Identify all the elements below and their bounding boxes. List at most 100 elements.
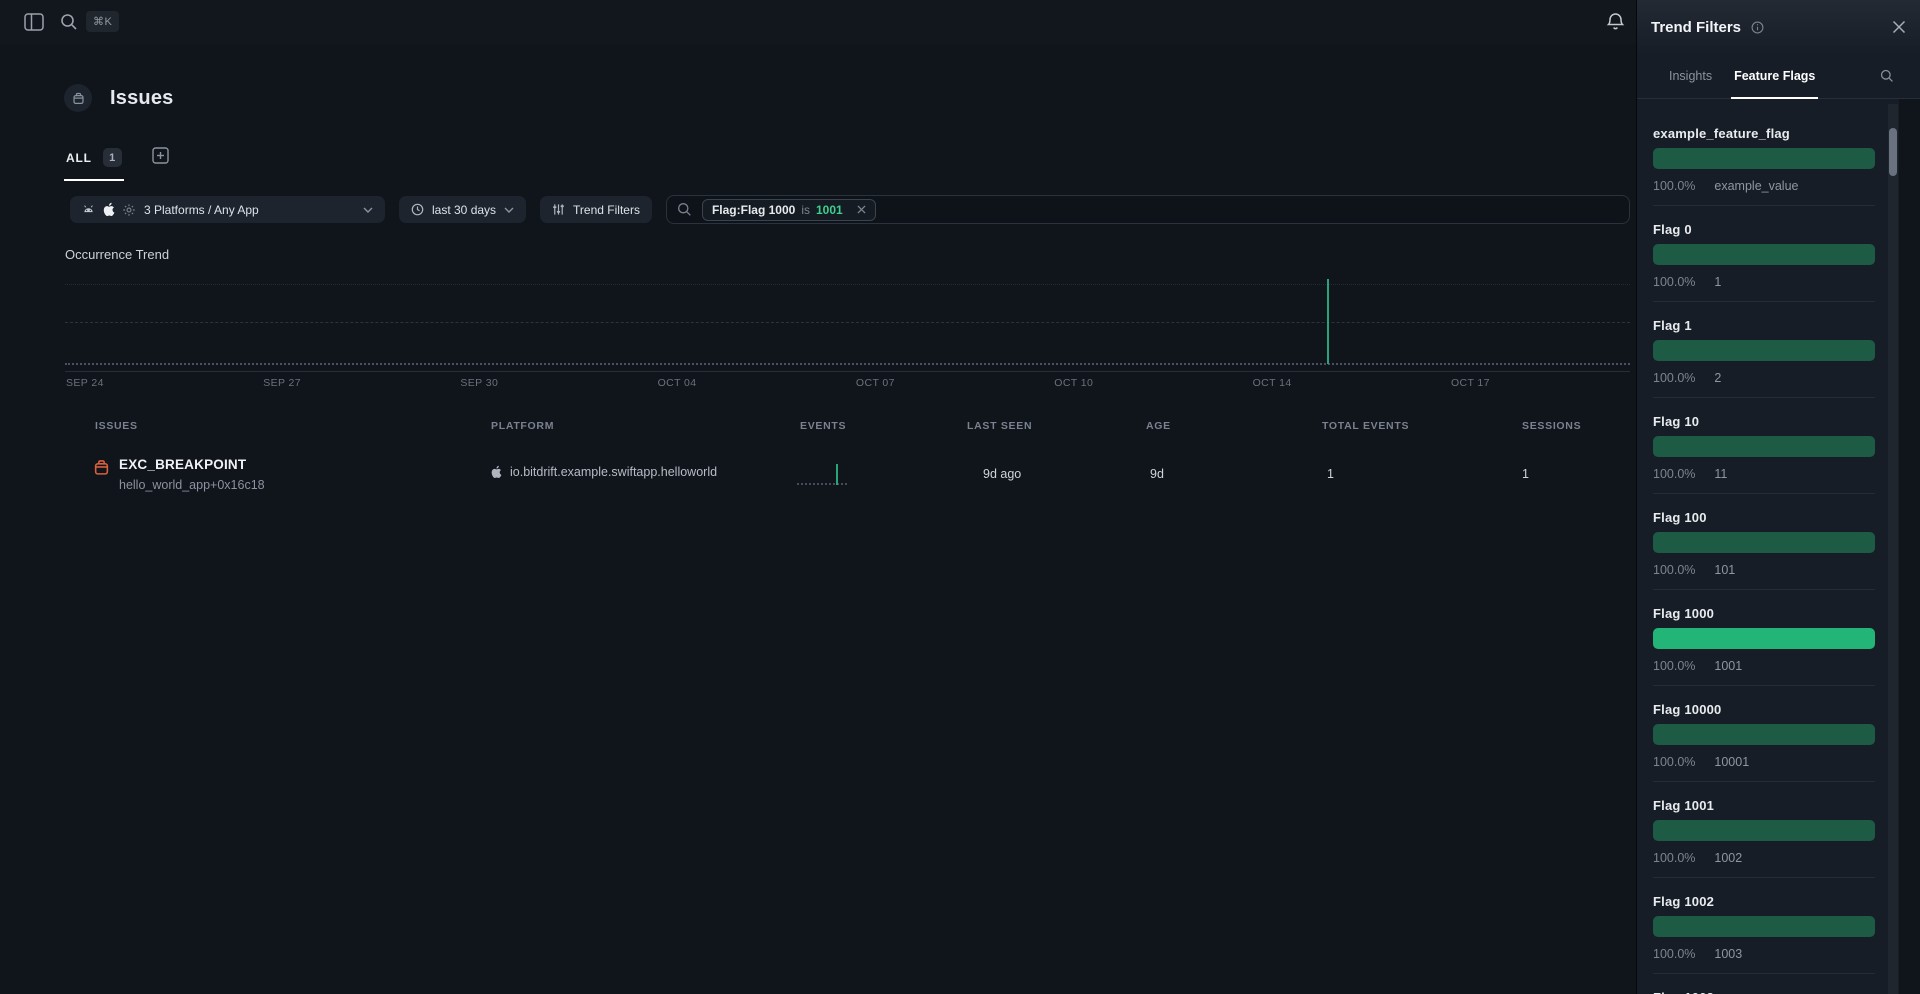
chart-x-label: SEP 24 (66, 377, 104, 389)
flag-percent: 100.0% (1653, 660, 1695, 673)
flag-bar[interactable] (1653, 148, 1875, 169)
flag-bar[interactable] (1653, 724, 1875, 745)
flag-item[interactable]: Flag 1000 100.0% 1001 (1653, 607, 1875, 686)
platforms-dropdown[interactable]: 3 Platforms / Any App (70, 196, 385, 223)
platforms-label: 3 Platforms / Any App (144, 203, 259, 217)
flag-item[interactable]: Flag 1001 100.0% 1002 (1653, 799, 1875, 878)
flag-item[interactable]: Flag 1002 100.0% 1003 (1653, 895, 1875, 974)
flag-item[interactable]: Flag 100 100.0% 101 (1653, 511, 1875, 590)
col-header-events[interactable]: EVENTS (800, 420, 846, 432)
search-icon[interactable] (60, 13, 78, 31)
issue-subtitle: hello_world_app+0x16c18 (119, 478, 265, 492)
trend-filters-button[interactable]: Trend Filters (540, 196, 652, 223)
col-header-last-seen[interactable]: LAST SEEN (967, 420, 1032, 432)
chart-event-marker[interactable] (1327, 279, 1329, 364)
flag-percent: 100.0% (1653, 180, 1695, 193)
issues-search-input[interactable]: Flag:Flag 1000 is 1001 (666, 195, 1630, 224)
chart-x-label: OCT 04 (658, 377, 697, 389)
chart-x-label: SEP 30 (460, 377, 498, 389)
col-header-sessions[interactable]: SESSIONS (1522, 420, 1581, 432)
tab-feature-flags[interactable]: Feature Flags (1734, 54, 1815, 98)
add-view-button[interactable] (152, 147, 169, 164)
flag-bar[interactable] (1653, 820, 1875, 841)
panel-title: Trend Filters (1651, 19, 1741, 36)
flag-item[interactable]: Flag 10 100.0% 11 (1653, 415, 1875, 494)
flag-meta: 100.0% 11 (1653, 468, 1875, 481)
feature-flag-list[interactable]: example_feature_flag 100.0% example_valu… (1637, 99, 1889, 994)
info-icon[interactable] (1751, 21, 1764, 34)
col-header-platform[interactable]: PLATFORM (491, 420, 554, 432)
flag-value: 1 (1714, 276, 1721, 289)
flag-percent: 100.0% (1653, 564, 1695, 577)
platform-icons (82, 202, 136, 217)
tab-insights[interactable]: Insights (1669, 54, 1712, 98)
age-value: 9d (1150, 467, 1164, 481)
issue-jar-icon (72, 92, 85, 105)
tab-all-count-badge: 1 (103, 148, 122, 167)
close-icon[interactable] (1892, 20, 1906, 34)
table-row[interactable]: EXC_BREAKPOINT hello_world_app+0x16c18 i… (0, 452, 1636, 502)
issues-badge (64, 84, 92, 112)
flag-meta: 100.0% 101 (1653, 564, 1875, 577)
sparkline-baseline (797, 483, 847, 485)
chart-x-label: OCT 07 (856, 377, 895, 389)
flag-meta: 100.0% example_value (1653, 180, 1875, 193)
events-sparkline (797, 463, 847, 485)
issue-name[interactable]: EXC_BREAKPOINT (119, 457, 246, 472)
filter-chip-flag-1000[interactable]: Flag:Flag 1000 is 1001 (702, 199, 876, 221)
flag-name: Flag 10 (1653, 415, 1875, 428)
flag-item[interactable]: Flag 0 100.0% 1 (1653, 223, 1875, 302)
android-icon (82, 203, 95, 216)
sidebar-toggle-icon[interactable] (24, 13, 44, 31)
sliders-icon (552, 203, 565, 216)
command-k-shortcut[interactable]: ⌘K (86, 11, 119, 32)
flag-value: 10001 (1714, 756, 1749, 769)
gear-icon (122, 203, 136, 217)
flag-value: example_value (1714, 180, 1798, 193)
platform-cell: io.bitdrift.example.swiftapp.helloworld (490, 465, 717, 479)
flag-bar[interactable] (1653, 244, 1875, 265)
scrollbar-thumb[interactable] (1889, 128, 1897, 176)
search-icon (677, 202, 692, 217)
chart-gridline-top (65, 284, 1630, 285)
flag-value: 1003 (1714, 948, 1742, 961)
flag-item[interactable]: Flag 1 100.0% 2 (1653, 319, 1875, 398)
notifications-bell-icon[interactable] (1606, 12, 1625, 32)
flag-name: Flag 10000 (1653, 703, 1875, 716)
flag-name: Flag 1001 (1653, 799, 1875, 812)
sparkline-event-tick (836, 464, 838, 485)
flag-value: 11 (1714, 468, 1727, 481)
flag-percent: 100.0% (1653, 852, 1695, 865)
flag-bar[interactable] (1653, 628, 1875, 649)
chart-baseline (65, 371, 1630, 372)
col-header-total-events[interactable]: TOTAL EVENTS (1322, 420, 1409, 432)
flag-bar[interactable] (1653, 532, 1875, 553)
trend-filters-panel: Trend Filters Insights Feature Flags exa… (1636, 0, 1920, 994)
flag-item[interactable]: Flag 10000 100.0% 10001 (1653, 703, 1875, 782)
tab-all[interactable]: ALL 1 (64, 146, 124, 181)
panel-search-icon[interactable] (1880, 69, 1894, 83)
flag-value: 101 (1714, 564, 1735, 577)
flag-bar[interactable] (1653, 340, 1875, 361)
chip-field: Flag:Flag 1000 (712, 203, 795, 217)
filters-row: 3 Platforms / Any App last 30 days Trend… (70, 195, 1630, 224)
chip-remove-icon[interactable] (857, 205, 866, 214)
apple-icon (102, 202, 115, 217)
flag-item[interactable]: example_feature_flag 100.0% example_valu… (1653, 127, 1875, 206)
date-range-dropdown[interactable]: last 30 days (399, 196, 526, 223)
col-header-age[interactable]: AGE (1146, 420, 1171, 432)
flag-bar[interactable] (1653, 436, 1875, 457)
table-header-row: ISSUES PLATFORM EVENTS LAST SEEN AGE TOT… (0, 420, 1636, 434)
flag-bar[interactable] (1653, 916, 1875, 937)
flag-name: example_feature_flag (1653, 127, 1875, 140)
panel-scrollbar[interactable] (1888, 104, 1898, 994)
flag-percent: 100.0% (1653, 948, 1695, 961)
flag-meta: 100.0% 2 (1653, 372, 1875, 385)
flag-value: 1001 (1714, 660, 1742, 673)
flag-value: 1002 (1714, 852, 1742, 865)
chip-operator: is (801, 203, 810, 217)
col-header-issues[interactable]: ISSUES (95, 420, 138, 432)
page-header: Issues (64, 84, 173, 112)
chevron-down-icon (504, 207, 514, 213)
plus-square-icon (152, 147, 169, 164)
